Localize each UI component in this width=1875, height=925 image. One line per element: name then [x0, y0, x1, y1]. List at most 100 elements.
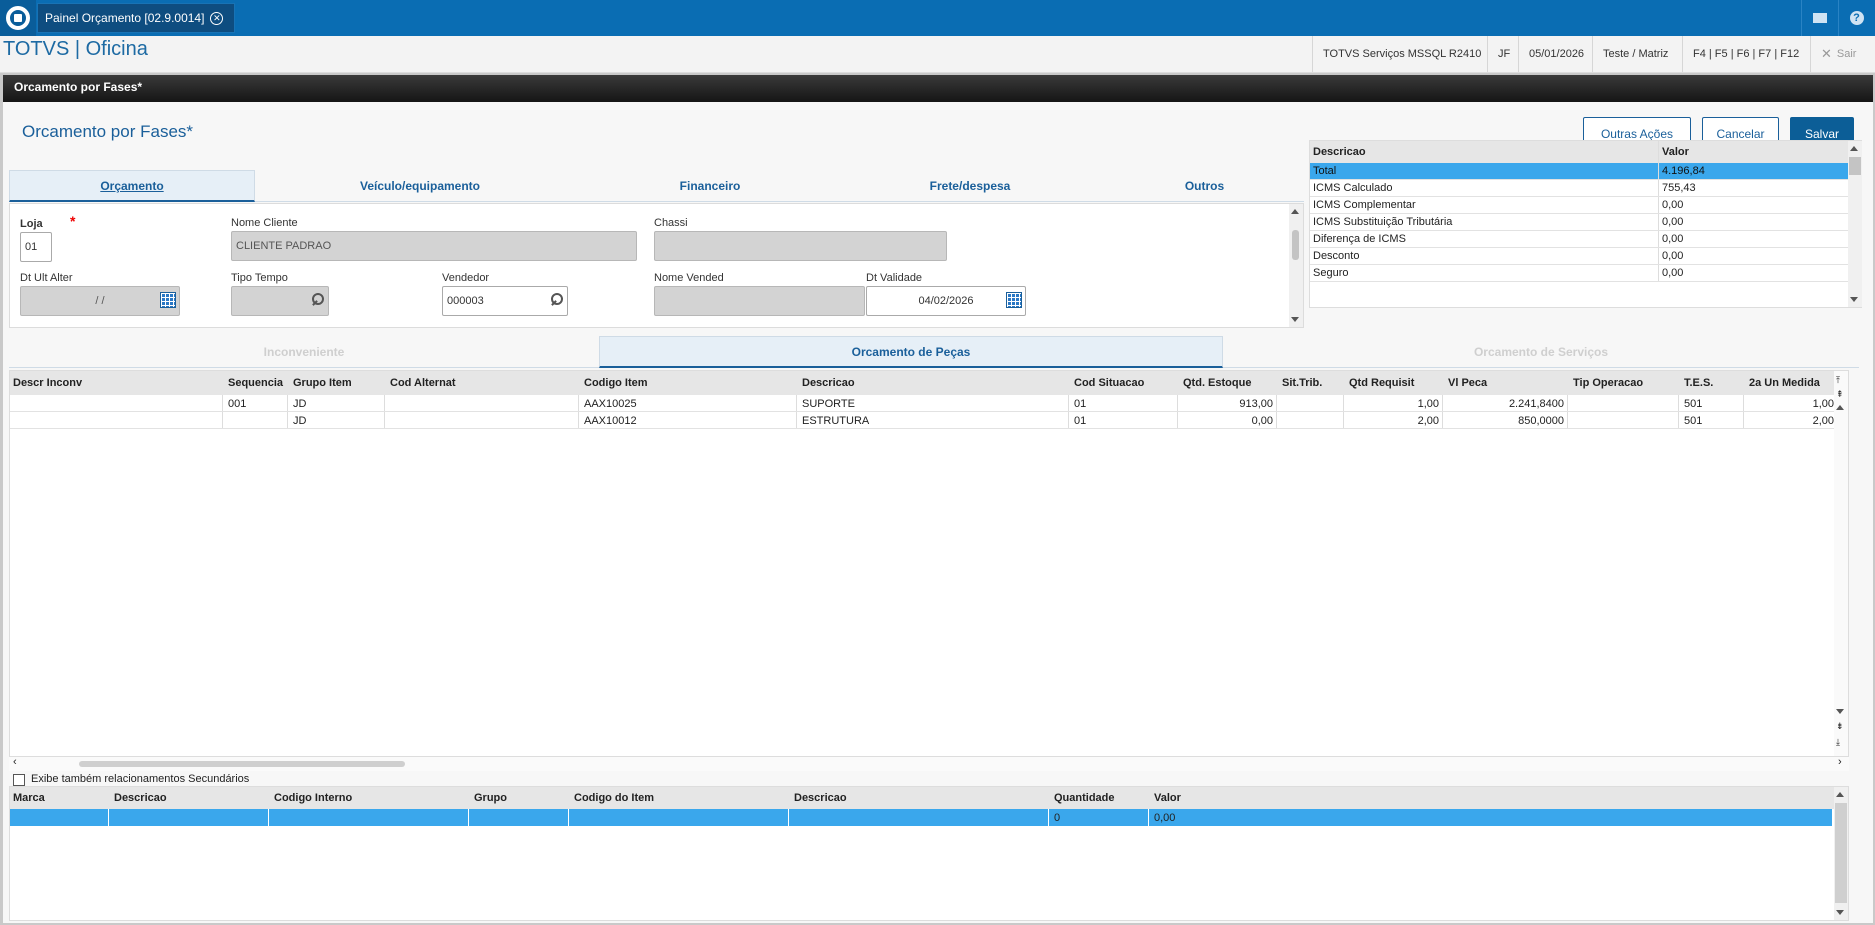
- summary-row[interactable]: ICMS Calculado 755,43: [1310, 180, 1861, 197]
- col-cod-situacao[interactable]: Cod Situacao: [1071, 371, 1147, 395]
- scroll-thumb[interactable]: [1849, 157, 1861, 175]
- col-valor[interactable]: Valor: [1151, 787, 1184, 809]
- calendar-icon[interactable]: [1006, 292, 1022, 308]
- items-hscrollbar[interactable]: ‹ ›: [9, 756, 1849, 771]
- loja-input[interactable]: 01: [20, 232, 52, 262]
- tab-frete[interactable]: Frete/despesa: [835, 170, 1105, 202]
- col-tip-operacao[interactable]: Tip Operacao: [1570, 371, 1646, 395]
- col-qtd-requisit[interactable]: Qtd Requisit: [1346, 371, 1417, 395]
- summary-row[interactable]: ICMS Substituição Tributária 0,00: [1310, 214, 1861, 231]
- totvs-logo-icon[interactable]: [0, 0, 36, 36]
- tab-financeiro[interactable]: Financeiro: [585, 170, 835, 202]
- table-row[interactable]: 0 0,00: [10, 809, 1832, 826]
- tipo-tempo-field[interactable]: [231, 286, 329, 316]
- col-quantidade[interactable]: Quantidade: [1051, 787, 1118, 809]
- app-tab[interactable]: Painel Orçamento [02.9.0014] ✕: [37, 3, 235, 33]
- scroll-top-icon[interactable]: ⤒: [1836, 375, 1840, 386]
- col-descricao[interactable]: Descricao: [111, 787, 170, 809]
- help-icon[interactable]: ?: [1838, 0, 1874, 36]
- col-grupo-item[interactable]: Grupo Item: [290, 371, 355, 395]
- dt-ult-alter-field[interactable]: / /: [20, 286, 180, 316]
- summary-value: 0,00: [1662, 216, 1684, 228]
- search-icon[interactable]: [550, 292, 564, 306]
- col-codigo-do-item[interactable]: Codigo do Item: [571, 787, 657, 809]
- scroll-bottom-icon[interactable]: ⤓: [1836, 737, 1840, 748]
- nome-vended-field[interactable]: [654, 286, 865, 316]
- form-scrollbar[interactable]: [1289, 204, 1303, 327]
- summary-row[interactable]: Desconto 0,00: [1310, 248, 1861, 265]
- table-row[interactable]: JD AAX10012 ESTRUTURA 01 0,00 2,00 850,0…: [10, 412, 1848, 429]
- table-row[interactable]: 001 JD AAX10025 SUPORTE 01 913,00 1,00 2…: [10, 395, 1848, 412]
- col-2a-un-medida[interactable]: 2a Un Medida: [1746, 371, 1823, 395]
- scroll-down-icon[interactable]: [1291, 317, 1299, 322]
- summary-scrollbar[interactable]: [1848, 141, 1862, 307]
- col-vl-peca[interactable]: Vl Peca: [1445, 371, 1490, 395]
- items-scrollbar[interactable]: ⤒ ⇞ ⇟ ⤓: [1834, 371, 1848, 756]
- form-tabs: Orçamento Veículo/equipamento Financeiro…: [9, 170, 1304, 202]
- cell-vl-peca: 2.241,8400: [1508, 397, 1564, 410]
- vendedor-input[interactable]: 000003: [442, 286, 568, 316]
- col-grupo[interactable]: Grupo: [471, 787, 510, 809]
- col-descricao-2[interactable]: Descricao: [791, 787, 850, 809]
- chassi-field[interactable]: [654, 231, 947, 261]
- cell-qtd-requisit: 1,00: [1417, 397, 1439, 410]
- summary-row[interactable]: ICMS Complementar 0,00: [1310, 197, 1861, 214]
- summary-row[interactable]: Diferença de ICMS 0,00: [1310, 231, 1861, 248]
- col-descr-inconv[interactable]: Descr Inconv: [10, 371, 85, 395]
- summary-col-valor[interactable]: Valor: [1659, 141, 1849, 163]
- related-header: Marca Descricao Codigo Interno Grupo Cod…: [10, 787, 1848, 809]
- grid-divider: [568, 809, 569, 826]
- close-icon: ✕: [1821, 46, 1832, 61]
- scroll-right-icon[interactable]: ›: [1838, 756, 1842, 768]
- vendedor-value: 000003: [447, 295, 484, 307]
- scroll-thumb[interactable]: [1292, 230, 1299, 260]
- search-icon[interactable]: [311, 292, 325, 306]
- tab-veiculo[interactable]: Veículo/equipamento: [255, 170, 585, 202]
- summary-desc: Diferença de ICMS: [1310, 231, 1659, 247]
- nome-cliente-label: Nome Cliente: [231, 217, 298, 229]
- scroll-left-icon[interactable]: ‹: [13, 756, 17, 768]
- scroll-page-up-icon[interactable]: ⇞: [1836, 389, 1844, 400]
- scroll-up-icon[interactable]: [1836, 792, 1844, 797]
- summary-col-descricao[interactable]: Descricao: [1310, 141, 1659, 163]
- summary-row[interactable]: Total 4.196,84: [1310, 163, 1861, 180]
- nome-cliente-field[interactable]: CLIENTE PADRAO: [231, 231, 637, 261]
- secondary-relations-label: Exibe também relacionamentos Secundários: [31, 773, 250, 785]
- secondary-relations-checkbox[interactable]: [13, 774, 25, 786]
- col-codigo-interno[interactable]: Codigo Interno: [271, 787, 355, 809]
- col-descricao[interactable]: Descricao: [799, 371, 858, 395]
- tab-outros[interactable]: Outros: [1105, 170, 1304, 202]
- scroll-down-icon[interactable]: [1836, 910, 1844, 915]
- scroll-thumb[interactable]: [1835, 803, 1847, 903]
- col-cod-alternat[interactable]: Cod Alternat: [387, 371, 459, 395]
- col-sit-trib[interactable]: Sit.Trib.: [1279, 371, 1325, 395]
- col-marca[interactable]: Marca: [10, 787, 48, 809]
- tab-orcamento[interactable]: Orçamento: [9, 170, 255, 202]
- related-scrollbar[interactable]: [1834, 787, 1848, 920]
- col-sequencia[interactable]: Sequencia: [225, 371, 286, 395]
- summary-row[interactable]: Seguro 0,00: [1310, 265, 1861, 282]
- mail-icon[interactable]: [1801, 0, 1837, 36]
- scroll-down-icon[interactable]: [1850, 297, 1858, 302]
- calendar-icon[interactable]: [160, 292, 176, 308]
- scroll-thumb[interactable]: [79, 761, 405, 767]
- scroll-up-icon[interactable]: [1850, 146, 1858, 151]
- dt-validade-input[interactable]: 04/02/2026: [866, 286, 1026, 316]
- cell-grupo-item: JD: [293, 397, 307, 410]
- cell-sequencia: 001: [228, 397, 247, 410]
- tipo-tempo-label: Tipo Tempo: [231, 272, 288, 284]
- scroll-up-icon[interactable]: [1291, 209, 1299, 214]
- col-qtd-estoque[interactable]: Qtd. Estoque: [1180, 371, 1254, 395]
- scroll-down-icon[interactable]: [1836, 709, 1844, 714]
- col-tes[interactable]: T.E.S.: [1681, 371, 1716, 395]
- col-codigo-item[interactable]: Codigo Item: [581, 371, 651, 395]
- exit-button[interactable]: ✕ Sair: [1810, 36, 1875, 72]
- items-grid: Descr Inconv Sequencia Grupo Item Cod Al…: [9, 370, 1849, 757]
- tab-orcamento-servicos[interactable]: Orcamento de Serviços: [1223, 336, 1859, 368]
- scroll-up-icon[interactable]: [1836, 405, 1844, 410]
- close-tab-icon[interactable]: ✕: [210, 11, 224, 25]
- scroll-page-down-icon[interactable]: ⇟: [1836, 721, 1844, 732]
- tab-inconveniente[interactable]: Inconveniente: [9, 336, 599, 368]
- tab-orcamento-pecas[interactable]: Orcamento de Peças: [599, 336, 1223, 368]
- loja-label: Loja: [20, 218, 43, 230]
